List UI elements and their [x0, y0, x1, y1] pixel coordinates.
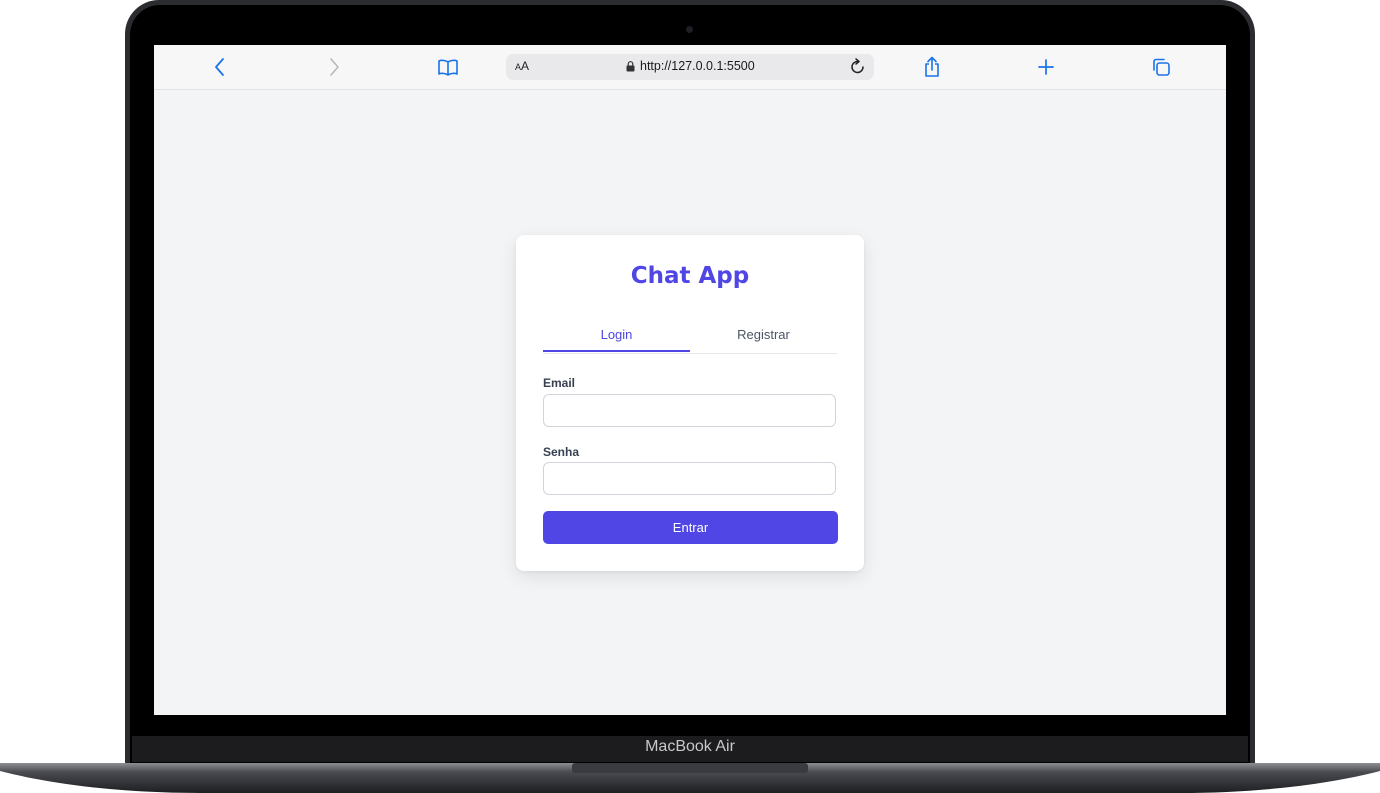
auth-tabs: Login Registrar	[543, 321, 837, 354]
device-label: MacBook Air	[645, 738, 735, 755]
app-title: Chat App	[630, 263, 750, 289]
bookmarks-book-icon[interactable]	[436, 55, 460, 79]
laptop-base	[0, 763, 1380, 793]
reload-icon[interactable]	[850, 58, 866, 81]
browser-toolbar: AA http://127.0.0.1:5500	[154, 45, 1226, 90]
lock-icon	[626, 60, 635, 71]
new-tab-plus-icon[interactable]	[1034, 55, 1058, 79]
browser-window: AA http://127.0.0.1:5500 Chat App Login …	[154, 45, 1226, 715]
camera-icon	[686, 26, 693, 33]
text-size-button[interactable]: AA	[515, 59, 529, 73]
email-label: Email	[543, 376, 576, 390]
email-field[interactable]	[543, 394, 836, 427]
forward-chevron-right-icon[interactable]	[322, 55, 346, 79]
address-bar[interactable]: AA http://127.0.0.1:5500	[506, 54, 874, 80]
tabs-overview-icon[interactable]	[1149, 55, 1173, 79]
tab-login[interactable]: Login	[543, 321, 690, 352]
url-text: http://127.0.0.1:5500	[640, 59, 755, 73]
senha-field[interactable]	[543, 462, 836, 495]
tab-registrar[interactable]: Registrar	[690, 321, 837, 352]
login-card: Chat App Login Registrar Email Senha Ent…	[516, 235, 864, 571]
back-chevron-left-icon[interactable]	[208, 55, 232, 79]
entrar-button[interactable]: Entrar	[543, 511, 838, 544]
senha-label: Senha	[543, 445, 580, 459]
share-icon[interactable]	[920, 55, 944, 79]
